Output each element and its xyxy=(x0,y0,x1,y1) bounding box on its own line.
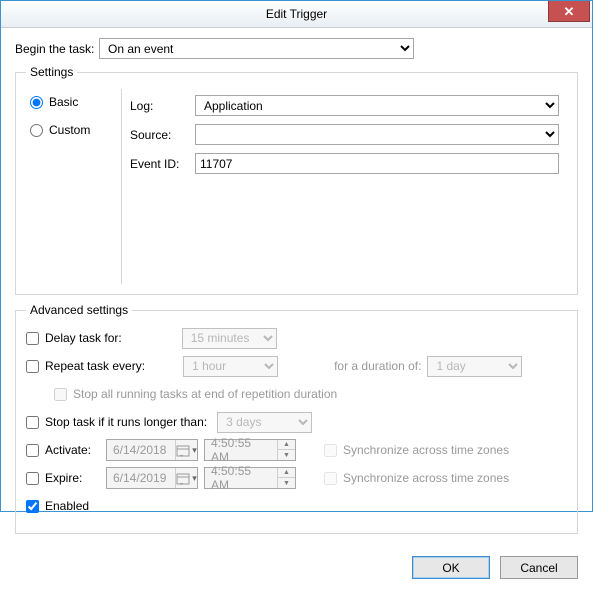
begin-task-select[interactable]: On an event xyxy=(99,38,414,59)
repeat-checkbox[interactable] xyxy=(26,360,39,373)
radio-custom-label: Custom xyxy=(49,123,90,137)
delay-label: Delay task for: xyxy=(45,331,122,345)
expire-time-picker: 4:50:55 AM ▲▼ xyxy=(204,467,296,489)
stop-all-checkbox-row: Stop all running tasks at end of repetit… xyxy=(54,387,337,401)
delay-select: 15 minutes xyxy=(182,328,277,349)
stop-all-checkbox xyxy=(54,388,67,401)
radio-custom[interactable]: Custom xyxy=(30,123,121,137)
settings-group: Settings Basic Custom Log: Application xyxy=(15,65,578,295)
expire-checkbox-row[interactable]: Expire: xyxy=(26,471,106,485)
repeat-select: 1 hour xyxy=(183,356,278,377)
expire-sync-label: Synchronize across time zones xyxy=(343,471,509,485)
eventid-input[interactable] xyxy=(195,153,559,174)
expire-date-picker: 6/14/2019 ▾ xyxy=(106,467,198,489)
eventid-label: Event ID: xyxy=(130,157,195,171)
advanced-legend: Advanced settings xyxy=(26,303,132,317)
source-label: Source: xyxy=(130,128,195,142)
activate-sync-checkbox xyxy=(324,444,337,457)
spinner-icon: ▲▼ xyxy=(277,440,295,460)
ok-button[interactable]: OK xyxy=(412,556,490,579)
calendar-icon: ▾ xyxy=(175,468,197,488)
settings-legend: Settings xyxy=(26,65,77,79)
begin-task-label: Begin the task: xyxy=(15,42,99,56)
title-bar: Edit Trigger ✕ xyxy=(1,1,592,28)
duration-select: 1 day xyxy=(427,356,522,377)
calendar-icon: ▾ xyxy=(175,440,197,460)
log-select[interactable]: Application xyxy=(195,95,559,116)
expire-date-value: 6/14/2019 xyxy=(107,471,175,485)
enabled-checkbox-row[interactable]: Enabled xyxy=(26,499,89,513)
activate-checkbox-row[interactable]: Activate: xyxy=(26,443,106,457)
radio-basic-label: Basic xyxy=(49,95,78,109)
enabled-label: Enabled xyxy=(45,499,89,513)
source-select[interactable] xyxy=(195,124,559,145)
stop-long-select: 3 days xyxy=(217,412,312,433)
window-title: Edit Trigger xyxy=(1,7,592,21)
activate-checkbox[interactable] xyxy=(26,444,39,457)
expire-sync-checkbox xyxy=(324,472,337,485)
dialog-buttons: OK Cancel xyxy=(1,552,592,589)
stop-long-label: Stop task if it runs longer than: xyxy=(45,415,207,429)
radio-custom-input[interactable] xyxy=(30,124,43,137)
expire-time-value: 4:50:55 AM xyxy=(205,464,277,492)
stop-all-label: Stop all running tasks at end of repetit… xyxy=(73,387,337,401)
repeat-checkbox-row[interactable]: Repeat task every: xyxy=(26,359,145,373)
delay-checkbox-row[interactable]: Delay task for: xyxy=(26,331,122,345)
enabled-checkbox[interactable] xyxy=(26,500,39,513)
cancel-button[interactable]: Cancel xyxy=(500,556,578,579)
close-icon: ✕ xyxy=(564,5,575,18)
stop-long-checkbox[interactable] xyxy=(26,416,39,429)
close-button[interactable]: ✕ xyxy=(548,1,590,22)
activate-date-picker: 6/14/2018 ▾ xyxy=(106,439,198,461)
activate-date-value: 6/14/2018 xyxy=(107,443,175,457)
activate-sync-row: Synchronize across time zones xyxy=(324,443,509,457)
repeat-label: Repeat task every: xyxy=(45,359,145,373)
spinner-icon: ▲▼ xyxy=(277,468,295,488)
activate-sync-label: Synchronize across time zones xyxy=(343,443,509,457)
activate-label: Activate: xyxy=(45,443,91,457)
advanced-group: Advanced settings Delay task for: 15 min… xyxy=(15,303,578,534)
log-label: Log: xyxy=(130,99,195,113)
activate-time-picker: 4:50:55 AM ▲▼ xyxy=(204,439,296,461)
expire-label: Expire: xyxy=(45,471,82,485)
stop-long-checkbox-row[interactable]: Stop task if it runs longer than: xyxy=(26,415,207,429)
activate-time-value: 4:50:55 AM xyxy=(205,436,277,464)
radio-basic-input[interactable] xyxy=(30,96,43,109)
expire-sync-row: Synchronize across time zones xyxy=(324,471,509,485)
delay-checkbox[interactable] xyxy=(26,332,39,345)
expire-checkbox[interactable] xyxy=(26,472,39,485)
radio-basic[interactable]: Basic xyxy=(30,95,121,109)
dialog-content: Begin the task: On an event Settings Bas… xyxy=(1,28,592,552)
duration-label: for a duration of: xyxy=(334,359,421,373)
